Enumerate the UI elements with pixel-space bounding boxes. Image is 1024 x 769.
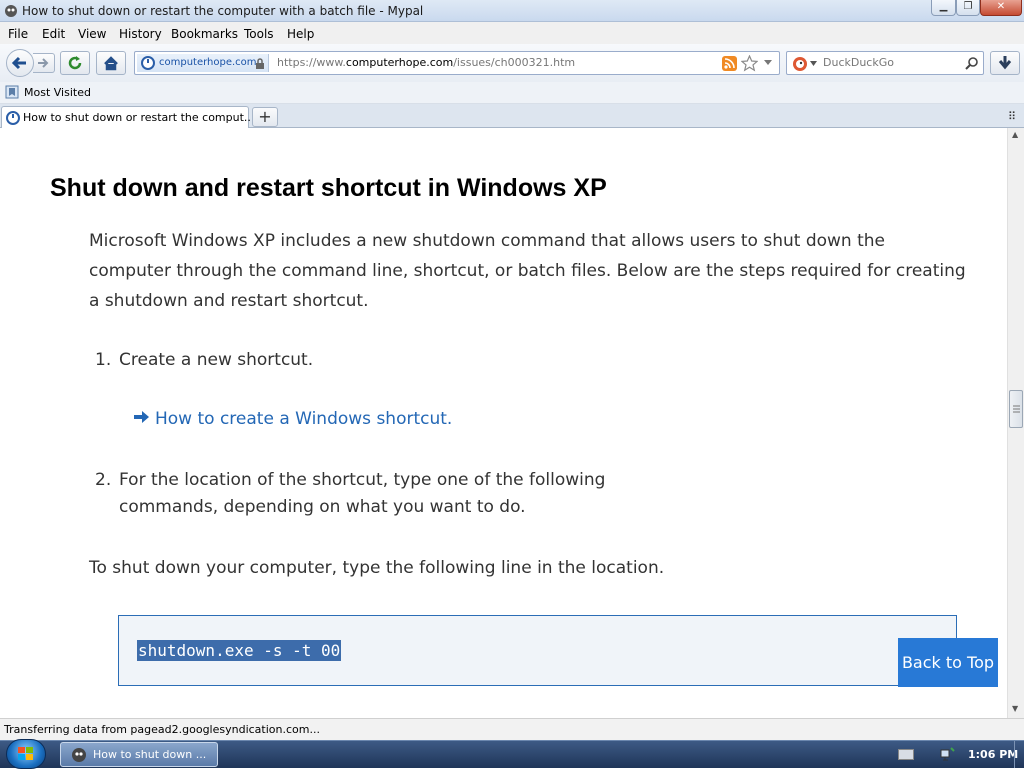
tab-strip: How to shut down or restart the comput..… xyxy=(0,104,1024,129)
reload-icon xyxy=(68,56,82,70)
list-all-tabs-icon[interactable]: ⠿ xyxy=(1008,110,1016,123)
menu-history[interactable]: History xyxy=(119,27,162,41)
step-number: 2. xyxy=(95,470,112,490)
rss-feed-icon[interactable] xyxy=(722,56,737,71)
menu-help[interactable]: Help xyxy=(287,27,314,41)
create-shortcut-link-text[interactable]: How to create a Windows shortcut. xyxy=(155,409,452,429)
navigation-toolbar: computerhope.com https://www.computerhop… xyxy=(0,44,1024,82)
menu-tools[interactable]: Tools xyxy=(244,27,274,41)
mypal-taskbar-icon xyxy=(72,748,86,762)
reload-button[interactable] xyxy=(60,51,90,75)
forward-button[interactable] xyxy=(33,53,55,73)
title-bar: How to shut down or restart the computer… xyxy=(0,0,1024,22)
download-button[interactable] xyxy=(990,51,1020,75)
page-content: Shut down and restart shortcut in Window… xyxy=(0,128,1007,718)
tab-favicon-icon xyxy=(6,111,20,125)
url-text[interactable]: https://www.computerhope.com/issues/ch00… xyxy=(277,56,575,69)
step-text: Create a new shortcut. xyxy=(119,350,314,370)
url-bar[interactable]: computerhope.com https://www.computerhop… xyxy=(134,51,780,75)
maximize-button[interactable]: ❐ xyxy=(956,0,980,16)
url-path: /issues/ch000321.htm xyxy=(453,56,576,69)
scroll-up-arrow-icon[interactable]: ▲ xyxy=(1012,130,1018,139)
lock-icon xyxy=(256,58,264,69)
status-text: Transferring data from pagead2.googlesyn… xyxy=(4,723,320,736)
home-icon xyxy=(104,56,118,71)
grip-icon xyxy=(1013,405,1020,413)
engine-dropdown-icon[interactable] xyxy=(810,61,817,66)
page-heading: Shut down and restart shortcut in Window… xyxy=(50,174,607,202)
site-identity-label: computerhope.com xyxy=(159,57,257,68)
bookmark-star-icon[interactable] xyxy=(741,55,758,72)
menu-view[interactable]: View xyxy=(78,27,106,41)
minimize-button[interactable]: ▁ xyxy=(931,0,956,16)
show-desktop-button[interactable] xyxy=(1014,741,1024,768)
step-text-line2: commands, depending on what you want to … xyxy=(119,497,526,517)
window-title: How to shut down or restart the computer… xyxy=(22,4,424,18)
taskbar-item-label: How to shut down ... xyxy=(93,748,207,761)
status-bar: Transferring data from pagead2.googlesyn… xyxy=(0,718,1024,740)
site-favicon-icon xyxy=(141,56,155,70)
code-block: shutdown.exe -s -t 00 xyxy=(118,615,957,686)
step-number: 1. xyxy=(95,350,112,370)
taskbar-item-browser[interactable]: How to shut down ... xyxy=(60,742,218,767)
most-visited-icon xyxy=(5,85,19,99)
download-arrow-icon xyxy=(998,56,1012,70)
vertical-scrollbar[interactable]: ▲ ▼ xyxy=(1007,128,1024,718)
start-button[interactable] xyxy=(6,739,46,769)
search-input[interactable]: DuckDuckGo xyxy=(823,56,894,69)
search-bar[interactable]: DuckDuckGo xyxy=(786,51,984,75)
scroll-thumb[interactable] xyxy=(1009,390,1023,428)
shutdown-instruction: To shut down your computer, type the fol… xyxy=(89,558,665,578)
home-button[interactable] xyxy=(96,51,126,75)
keyboard-tray-icon[interactable] xyxy=(898,749,914,760)
intro-paragraph: Microsoft Windows XP includes a new shut… xyxy=(89,231,966,311)
url-domain: computerhope.com xyxy=(345,56,454,69)
mypal-app-icon xyxy=(5,5,17,17)
bookmarks-toolbar: Most Visited xyxy=(0,82,1024,104)
right-arrow-icon xyxy=(133,406,155,433)
menu-file[interactable]: File xyxy=(8,27,28,41)
duckduckgo-engine-icon[interactable] xyxy=(792,56,808,72)
menu-bar: File Edit View History Bookmarks Tools H… xyxy=(0,22,1024,44)
tab-label: How to shut down or restart the comput..… xyxy=(23,111,255,124)
search-icon[interactable] xyxy=(965,56,979,70)
create-shortcut-link[interactable]: How to create a Windows shortcut. xyxy=(133,406,452,433)
site-identity-button[interactable]: computerhope.com xyxy=(137,54,269,72)
menu-bookmarks[interactable]: Bookmarks xyxy=(171,27,238,41)
step-text-line1: For the location of the shortcut, type o… xyxy=(119,470,606,490)
back-button[interactable] xyxy=(6,49,34,77)
tab-active[interactable]: How to shut down or restart the comput..… xyxy=(1,106,254,129)
url-prefix: https://www. xyxy=(277,56,346,69)
url-dropdown-icon[interactable] xyxy=(763,59,773,67)
back-arrow-icon xyxy=(11,56,26,70)
scroll-down-arrow-icon[interactable]: ▼ xyxy=(1012,704,1018,713)
forward-arrow-icon xyxy=(38,58,49,68)
taskbar-clock[interactable]: 1:06 PM xyxy=(968,748,1018,761)
network-tray-icon[interactable] xyxy=(940,746,956,762)
taskbar: How to shut down ... 1:06 PM xyxy=(0,739,1024,769)
most-visited-bookmark[interactable]: Most Visited xyxy=(24,86,91,99)
windows-logo-icon xyxy=(18,747,33,760)
menu-edit[interactable]: Edit xyxy=(42,27,65,41)
new-tab-button[interactable]: + xyxy=(252,107,278,127)
code-command[interactable]: shutdown.exe -s -t 00 xyxy=(137,640,342,661)
back-to-top-button[interactable]: Back to Top xyxy=(898,638,998,687)
close-button[interactable]: ✕ xyxy=(980,0,1022,16)
